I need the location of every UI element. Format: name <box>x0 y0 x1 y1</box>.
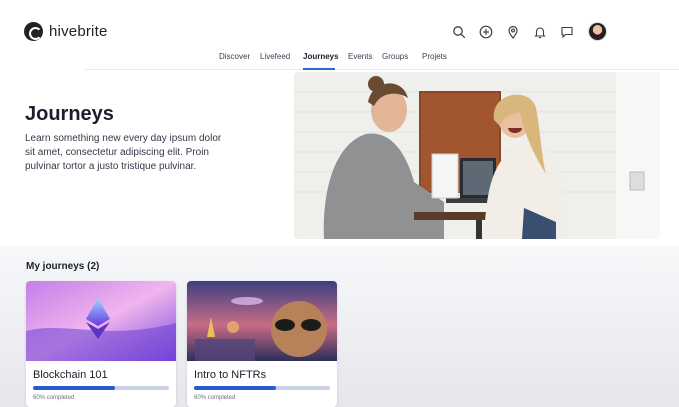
nav-item-projets[interactable]: Projets <box>422 52 447 61</box>
location-pin-icon[interactable] <box>506 25 520 39</box>
journey-progress-text: 60% completed <box>33 395 75 401</box>
top-header: hivebrite <box>0 0 679 46</box>
nav-item-discover[interactable]: Discover <box>219 52 250 61</box>
journey-card-nft[interactable]: Intro to NFTRs 60% completed <box>187 281 337 407</box>
journey-progress-fill <box>194 386 276 390</box>
nav-item-events[interactable]: Events <box>348 52 372 61</box>
journey-progress-text: 60% completed <box>194 395 236 401</box>
logo-text: hivebrite <box>49 23 108 40</box>
nav-item-journeys[interactable]: Journeys <box>303 52 339 61</box>
page-title: Journeys <box>25 103 114 125</box>
journey-card-title: Intro to NFTRs <box>194 369 267 381</box>
journey-card-blockchain[interactable]: Blockchain 101 60% completed <box>26 281 176 407</box>
journey-card-image <box>26 281 176 361</box>
user-avatar[interactable] <box>588 22 607 41</box>
page-description: Learn something new every day ipsum dolo… <box>25 133 222 172</box>
brand-logo[interactable]: hivebrite <box>24 22 108 41</box>
main-nav: Discover Livefeed Journeys Events Groups… <box>85 46 679 70</box>
journey-progress-bar <box>33 386 169 390</box>
journey-card-title: Blockchain 101 <box>33 369 108 381</box>
chat-icon[interactable] <box>560 25 574 39</box>
hivebrite-logo-icon <box>24 22 43 41</box>
bell-icon[interactable] <box>533 25 547 39</box>
nav-item-groups[interactable]: Groups <box>382 52 408 61</box>
nav-item-livefeed[interactable]: Livefeed <box>260 52 290 61</box>
active-tab-indicator <box>303 68 335 70</box>
journey-progress-bar <box>194 386 330 390</box>
my-journeys-heading: My journeys (2) <box>26 261 100 272</box>
add-circle-icon[interactable] <box>479 25 493 39</box>
journey-progress-fill <box>33 386 115 390</box>
search-icon[interactable] <box>452 25 466 39</box>
journey-card-image <box>187 281 337 361</box>
header-toolbar <box>452 22 607 41</box>
hero-image <box>294 72 660 239</box>
